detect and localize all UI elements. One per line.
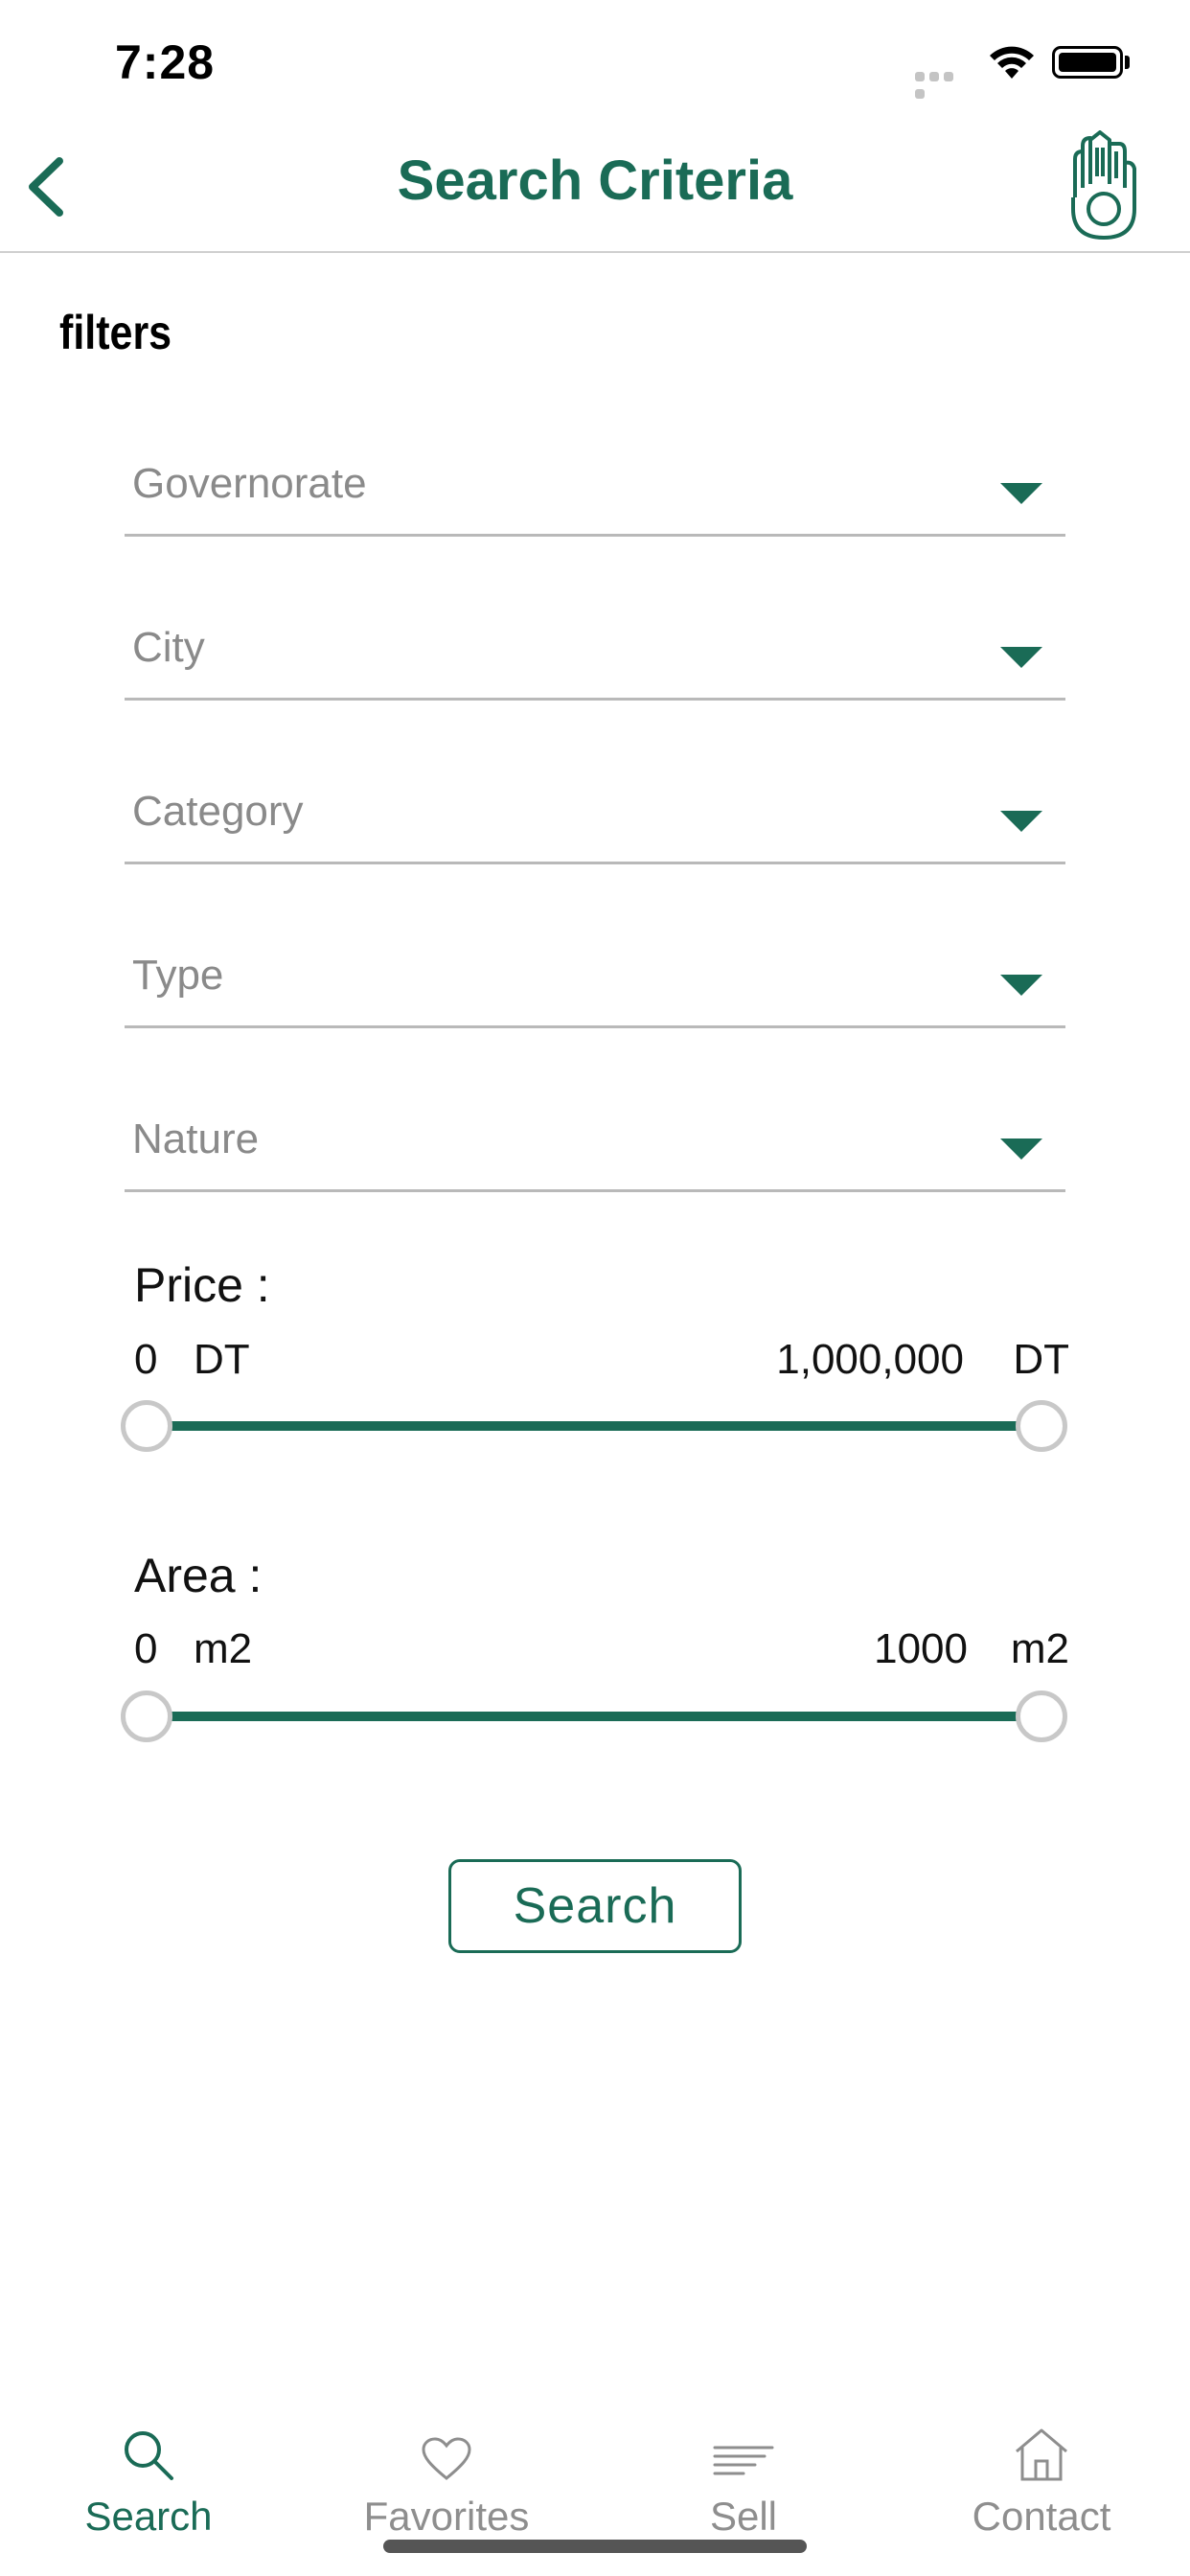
lines-icon	[713, 2446, 774, 2475]
cellular-signal-icon	[915, 69, 971, 99]
area-min-unit: m2	[194, 1625, 253, 1672]
price-label: Price :	[134, 1258, 270, 1312]
dropdown-underline	[125, 1189, 1065, 1192]
dropdown-underline	[125, 862, 1065, 864]
search-button[interactable]: Search	[448, 1859, 742, 1953]
tab-favorites[interactable]: Favorites	[327, 2425, 566, 2540]
price-min-unit: DT	[194, 1336, 250, 1383]
page-title: Search Criteria	[397, 150, 793, 212]
nav-divider	[0, 251, 1190, 253]
tab-sell[interactable]: Sell	[624, 2425, 863, 2540]
search-icon	[125, 2431, 173, 2480]
category-dropdown[interactable]: Category	[125, 769, 1065, 864]
filters-heading: filters	[59, 306, 172, 359]
caret-down-icon	[1000, 1138, 1042, 1160]
tab-contact-label: Contact	[972, 2494, 1111, 2539]
price-min-value: 0	[134, 1336, 158, 1383]
area-max-thumb[interactable]	[1016, 1690, 1067, 1742]
app-logo-icon	[1065, 130, 1142, 245]
governorate-dropdown[interactable]: Governorate	[125, 441, 1065, 537]
type-dropdown[interactable]: Type	[125, 932, 1065, 1028]
area-min-value: 0	[134, 1625, 158, 1672]
battery-icon	[1052, 46, 1123, 79]
nature-placeholder: Nature	[132, 1116, 260, 1162]
price-slider-track[interactable]	[146, 1421, 1041, 1431]
dropdown-underline	[125, 1025, 1065, 1028]
price-max-thumb[interactable]	[1016, 1400, 1067, 1452]
caret-down-icon	[1000, 647, 1042, 668]
caret-down-icon	[1000, 483, 1042, 504]
area-label: Area :	[134, 1549, 263, 1602]
status-time: 7:28	[115, 35, 216, 89]
caret-down-icon	[1000, 811, 1042, 832]
tab-search[interactable]: Search	[29, 2425, 268, 2540]
area-min-thumb[interactable]	[121, 1690, 172, 1742]
wifi-icon	[987, 44, 1037, 85]
governorate-placeholder: Governorate	[132, 460, 367, 507]
nature-dropdown[interactable]: Nature	[125, 1096, 1065, 1192]
type-placeholder: Type	[132, 952, 224, 999]
dropdown-underline	[125, 534, 1065, 537]
tab-search-label: Search	[84, 2494, 213, 2539]
city-dropdown[interactable]: City	[125, 605, 1065, 701]
area-max-value: 1000	[874, 1625, 968, 1672]
tab-contact[interactable]: Contact	[922, 2425, 1161, 2540]
tab-favorites-label: Favorites	[363, 2494, 530, 2539]
tab-sell-label: Sell	[709, 2494, 778, 2539]
heart-icon	[422, 2437, 471, 2480]
city-placeholder: City	[132, 624, 205, 671]
caret-down-icon	[1000, 975, 1042, 996]
price-min-thumb[interactable]	[121, 1400, 172, 1452]
area-slider-track[interactable]	[146, 1712, 1041, 1721]
dropdown-underline	[125, 698, 1065, 701]
price-max-unit: DT	[1013, 1336, 1069, 1383]
home-icon	[1016, 2428, 1067, 2481]
home-indicator	[383, 2540, 807, 2553]
price-max-value: 1,000,000	[776, 1336, 964, 1383]
category-placeholder: Category	[132, 788, 304, 835]
battery-cap	[1125, 56, 1130, 69]
area-max-unit: m2	[1010, 1625, 1069, 1672]
